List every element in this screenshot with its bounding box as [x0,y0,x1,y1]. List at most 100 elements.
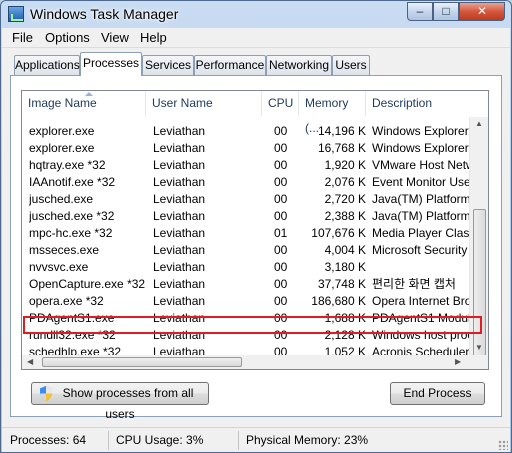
process-row[interactable]: jusched.exe Leviathan 00 2,720 K Java(TM) Pl… [22,191,469,208]
vertical-scroll-thumb[interactable] [473,209,486,357]
process-image-name: IAAnotif.exe *32 [29,175,116,189]
status-processes: Processes: 64 [5,431,109,450]
process-memory: 2,720 K [324,192,366,206]
process-row[interactable]: IAAnotif.exe *32 Leviathan 00 2,076 K Event … [22,174,469,191]
process-description: Event Monitor User [372,175,469,189]
process-cpu: 01 [274,226,288,240]
process-user-name: Leviathan [153,141,206,155]
process-cpu: 00 [274,277,288,291]
process-cpu: 00 [274,294,288,308]
process-row[interactable]: mpc-hc.exe *32 Leviathan 01 107,676 K Media … [22,225,469,242]
process-image-name: explorer.exe [29,141,95,155]
column-header-image-name[interactable]: Image Name [22,91,146,116]
process-image-name: mpc-hc.exe *32 [29,226,113,240]
process-cpu: 00 [274,243,288,257]
horizontal-scroll-thumb[interactable] [42,357,242,367]
process-row[interactable]: jusched.exe *32 Leviathan 00 2,388 K Java(TM… [22,208,469,225]
process-memory: 3,180 K [324,260,366,274]
end-process-button[interactable]: End Process [390,382,485,405]
column-header-description[interactable]: Description [366,91,469,116]
process-memory: 107,676 K [311,226,366,240]
process-cpu: 00 [274,158,288,172]
process-memory: 2,388 K [324,209,366,223]
tab-users[interactable]: Users [332,55,370,75]
process-description: Microsoft Security I [372,243,469,257]
menu-view[interactable]: View [101,30,129,45]
column-header-cpu[interactable]: CPU [262,91,299,116]
process-memory: 2,076 K [324,175,366,189]
process-image-name: jusched.exe [29,192,94,206]
tab-processes[interactable]: Processes [80,52,142,76]
process-row[interactable]: hqtray.exe *32 Leviathan 00 1,920 K VMware H… [22,157,469,174]
process-memory: 1,920 K [324,158,366,172]
process-image-name: msseces.exe [29,243,100,257]
process-row[interactable]: explorer.exe Leviathan 00 16,768 K Windows E… [22,140,469,157]
status-bar: Processes: 64 CPU Usage: 3% Physical Mem… [2,427,510,452]
tab-networking[interactable]: Networking [266,55,332,75]
tab-applications[interactable]: Applications [14,55,80,75]
process-image-name: opera.exe *32 [29,294,104,308]
process-user-name: Leviathan [153,192,206,206]
scroll-right-arrow-icon[interactable]: ▶ [455,357,461,366]
process-image-name: OpenCapture.exe *32 [29,277,146,291]
task-manager-window: Windows Task Manager – □ ✕ File Options … [0,0,512,453]
process-user-name: Leviathan [153,158,206,172]
process-user-name: Leviathan [153,175,206,189]
process-row[interactable]: opera.exe *32 Leviathan 00 186,680 K Opera I… [22,293,469,310]
process-description: Windows Explorer [372,124,469,138]
process-image-name: nvvsvc.exe [29,260,89,274]
tab-services[interactable]: Services [142,55,194,75]
horizontal-scrollbar[interactable]: ◀ ▶ [22,355,469,369]
process-memory: 14,196 K [317,124,366,138]
process-user-name: Leviathan [153,294,206,308]
process-cpu: 00 [274,209,288,223]
status-cpu-usage: CPU Usage: 3% [111,431,239,450]
process-user-name: Leviathan [153,260,206,274]
task-manager-app-icon [8,6,24,22]
process-image-name: jusched.exe *32 [29,209,115,223]
process-image-name: explorer.exe [29,124,95,138]
highlight-annotation-box [23,316,482,334]
process-row[interactable]: msseces.exe Leviathan 00 4,004 K Microsoft S… [22,242,469,259]
process-row[interactable]: OpenCapture.exe *32 Leviathan 00 37,748 K 편리… [22,276,469,293]
tab-performance[interactable]: Performance [194,55,266,75]
process-user-name: Leviathan [153,243,206,257]
column-header-user-name[interactable]: User Name [146,91,262,116]
process-description: VMware Host Netw [372,158,469,172]
close-button[interactable]: ✕ [459,2,505,21]
window-title: Windows Task Manager [30,6,179,22]
process-row[interactable]: nvvsvc.exe Leviathan 00 3,180 K [22,259,469,276]
show-all-processes-button[interactable]: Show processes from all users [31,382,209,421]
process-description [372,259,469,276]
title-bar[interactable]: Windows Task Manager – □ ✕ [1,1,511,28]
maximize-button[interactable]: □ [433,2,459,21]
menu-file[interactable]: File [12,30,33,45]
process-cpu: 00 [274,141,288,155]
scroll-up-arrow-icon[interactable]: ▲ [475,119,483,128]
process-memory: 4,004 K [324,243,366,257]
process-description: Java(TM) Platform [372,209,469,223]
process-memory: 186,680 K [311,294,366,308]
process-cpu: 00 [274,175,288,189]
process-memory: 37,748 K [317,277,366,291]
column-header-label: Image Name [28,96,97,110]
process-description: Windows Explorer [372,141,469,155]
resize-grip-icon[interactable] [498,440,508,450]
process-image-name: hqtray.exe *32 [29,158,106,172]
process-user-name: Leviathan [153,226,206,240]
scroll-left-arrow-icon[interactable]: ◀ [27,357,33,366]
scroll-down-arrow-icon[interactable]: ▼ [475,343,483,352]
process-user-name: Leviathan [153,277,206,291]
process-row[interactable]: explorer.exe Leviathan 00 14,196 K Windows E… [22,123,469,140]
process-description: 편리한 화면 캡처 [372,277,456,291]
minimize-button[interactable]: – [407,2,433,21]
process-description: Opera Internet Bro [372,294,469,308]
column-header-memory[interactable]: Memory (... [299,91,366,135]
menu-help[interactable]: Help [140,30,167,45]
menu-options[interactable]: Options [45,30,90,45]
process-cpu: 00 [274,260,288,274]
process-cpu: 00 [274,192,288,206]
client-area: Applications Processes Services Performa… [2,48,510,427]
uac-shield-icon [40,386,52,401]
scrollbar-corner [469,355,488,369]
